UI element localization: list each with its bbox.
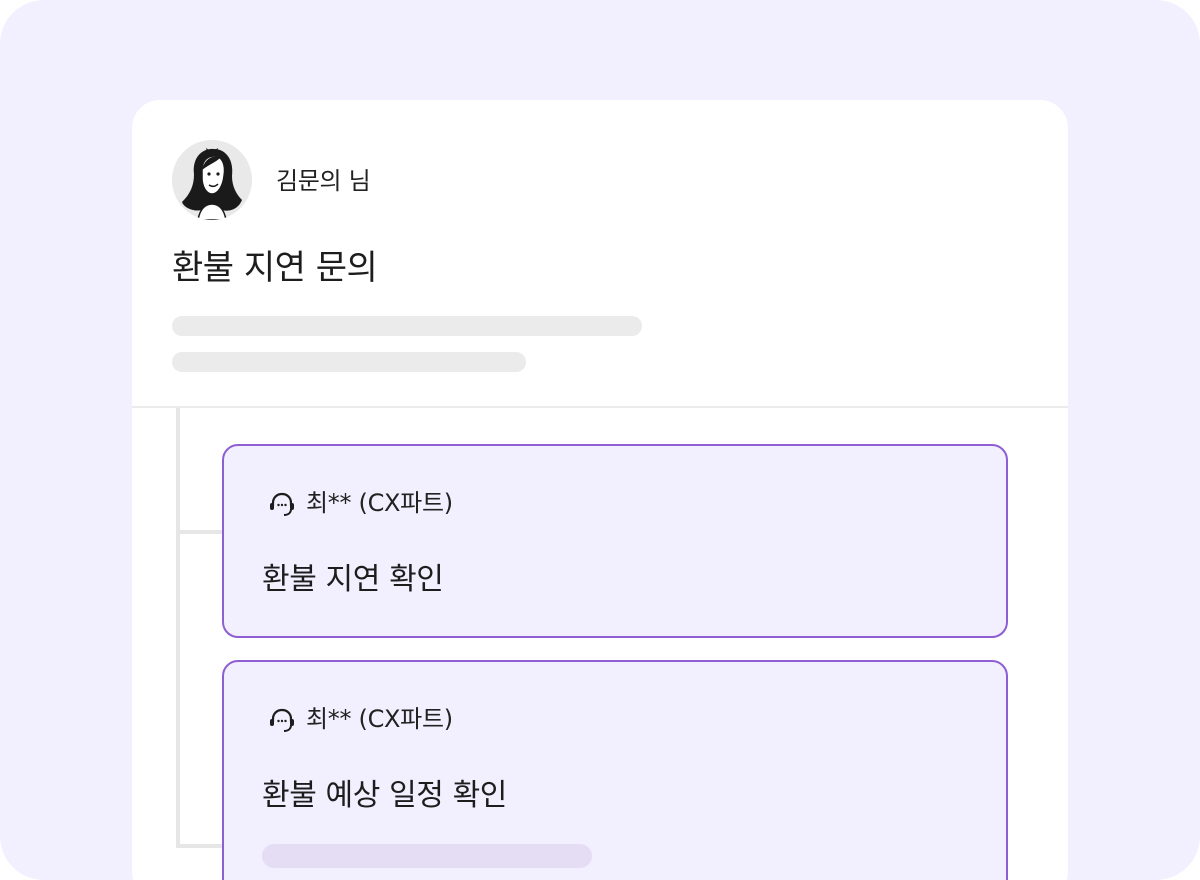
thread-connector — [176, 844, 222, 848]
reply-card[interactable]: 최** (CX파트) 환불 지연 확인 — [222, 444, 1008, 638]
inquiry-title: 환불 지연 문의 — [172, 248, 378, 288]
content-skeleton-line — [172, 316, 642, 336]
thread-line — [176, 408, 180, 848]
reply-text: 환불 예상 일정 확인 — [262, 778, 508, 813]
reply-card[interactable]: 최** (CX파트) 환불 예상 일정 확인 — [222, 660, 1008, 880]
reply-skeleton-line — [262, 844, 592, 868]
agent-name: 최** (CX파트) — [306, 705, 453, 733]
thread-connector — [176, 530, 222, 534]
inquiry-card: 김문의 님 환불 지연 문의 최** (CX파트) 환불 지연 확인 최** (… — [132, 100, 1068, 880]
page-background: 김문의 님 환불 지연 문의 최** (CX파트) 환불 지연 확인 최** (… — [0, 0, 1200, 880]
author-name: 김문의 님 — [276, 167, 371, 195]
avatar — [172, 140, 252, 220]
reply-text: 환불 지연 확인 — [262, 562, 444, 597]
content-skeleton-line — [172, 352, 526, 372]
headset-icon — [270, 492, 294, 516]
user-avatar-illustration — [172, 140, 252, 220]
divider — [132, 406, 1068, 408]
headset-icon — [270, 708, 294, 732]
agent-name: 최** (CX파트) — [306, 489, 453, 517]
